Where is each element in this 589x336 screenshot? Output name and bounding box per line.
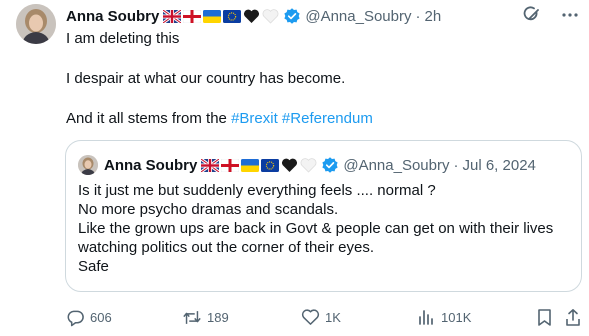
black-heart-icon xyxy=(244,9,260,23)
hashtag-brexit[interactable]: #Brexit xyxy=(231,110,278,127)
quoted-author-handle: @Anna_Soubry xyxy=(343,156,450,174)
author-handle[interactable]: @Anna_Soubry xyxy=(305,8,411,25)
emoji-badges xyxy=(163,8,279,24)
eu-flag-icon xyxy=(223,9,242,23)
bookmark-button[interactable] xyxy=(536,306,553,328)
views-chart-icon xyxy=(419,310,433,325)
quoted-post[interactable]: Anna Soubry @Anna_Soubry · Jul 6, 2024 I… xyxy=(65,140,582,292)
quoted-line: No more psycho dramas and scandals. xyxy=(78,201,339,218)
post-header: Anna Soubry @Anna_Soubry · 2h xyxy=(66,5,589,27)
quoted-post-date: Jul 6, 2024 xyxy=(462,156,536,174)
repost-count: 189 xyxy=(207,309,229,325)
header-actions xyxy=(523,5,579,25)
uk-flag-icon xyxy=(201,158,220,172)
post-body: I am deleting this I despair at what our… xyxy=(66,29,571,129)
view-count: 101K xyxy=(441,309,472,325)
ukraine-flag-icon xyxy=(203,9,222,23)
action-bar: 606 189 1K 101K xyxy=(66,306,582,328)
views-button[interactable]: 101K xyxy=(418,306,471,328)
body-text-prefix: And it all stems from the xyxy=(66,110,232,127)
reply-button[interactable]: 606 xyxy=(66,306,112,328)
more-options-icon[interactable] xyxy=(561,12,579,18)
post-time[interactable]: 2h xyxy=(424,8,441,25)
reply-icon xyxy=(67,310,84,326)
white-heart-icon xyxy=(262,8,279,24)
body-line: I am deleting this xyxy=(66,30,180,47)
black-heart-icon xyxy=(282,158,298,172)
uk-flag-icon xyxy=(163,9,182,23)
post: Anna Soubry @Anna_Soubry · 2h I am delet… xyxy=(0,0,589,336)
repost-icon xyxy=(183,310,201,324)
verified-badge-icon xyxy=(283,7,301,25)
quoted-emoji-badges xyxy=(201,157,317,173)
hashtag-referendum[interactable]: #Referendum xyxy=(282,110,373,127)
author-name[interactable]: Anna Soubry xyxy=(66,8,159,25)
england-flag-icon xyxy=(221,158,240,172)
england-flag-icon xyxy=(183,9,202,23)
heart-icon xyxy=(301,309,320,325)
white-heart-icon xyxy=(300,157,317,173)
body-line: And it all stems from the #Brexit #Refer… xyxy=(66,109,571,129)
separator-dot: · xyxy=(415,7,421,25)
quoted-post-header: Anna Soubry @Anna_Soubry · Jul 6, 2024 xyxy=(78,153,573,177)
quoted-avatar xyxy=(78,155,98,175)
body-line: I despair at what our country has become… xyxy=(66,70,346,87)
eu-flag-icon xyxy=(261,158,280,172)
reply-count: 606 xyxy=(90,309,112,325)
quoted-line: Safe xyxy=(78,258,109,275)
repost-button[interactable]: 189 xyxy=(182,306,229,328)
bookmark-icon xyxy=(538,308,551,326)
like-count: 1K xyxy=(325,309,341,325)
share-icon xyxy=(566,308,580,326)
quoted-line: watching politics out the corner of thei… xyxy=(78,239,374,256)
grok-icon[interactable] xyxy=(523,5,543,25)
ukraine-flag-icon xyxy=(241,158,260,172)
quoted-author-name: Anna Soubry xyxy=(104,156,198,174)
avatar[interactable] xyxy=(16,4,56,44)
verified-badge-icon xyxy=(321,156,339,174)
share-button[interactable] xyxy=(564,306,582,328)
separator-dot: · xyxy=(453,156,459,174)
quoted-line: Is it just me but suddenly everything fe… xyxy=(78,182,436,199)
like-button[interactable]: 1K xyxy=(301,306,341,328)
quoted-post-body: Is it just me but suddenly everything fe… xyxy=(78,181,573,276)
quoted-line: Like the grown ups are back in Govt & pe… xyxy=(78,220,554,237)
